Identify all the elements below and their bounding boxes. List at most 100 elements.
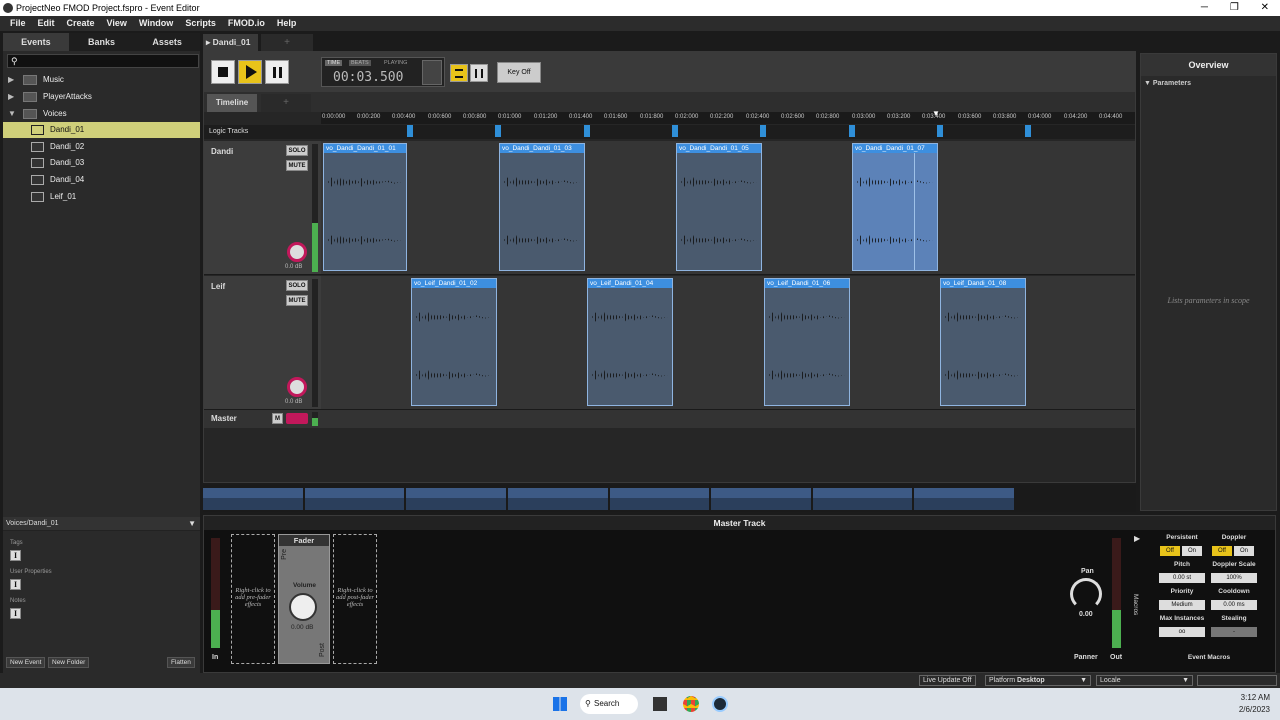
doppler-off-button[interactable]: Off [1212,546,1232,556]
locale-select[interactable]: Locale ▼ [1096,675,1193,686]
maximize-icon[interactable]: ❐ [1230,0,1239,16]
pitch-field[interactable]: 0.00 st [1159,573,1205,583]
close-icon[interactable]: ✕ [1261,0,1269,16]
expand-icon[interactable]: ▶ [8,72,14,88]
menu-file[interactable]: File [4,16,32,31]
solo-button[interactable]: SOLO [286,280,308,291]
logic-marker[interactable] [760,125,766,137]
logic-marker[interactable] [407,125,413,137]
fader-effect[interactable]: Fader Pre Volume 0.00 dB Post [278,534,330,664]
pan-knob[interactable] [1070,578,1102,610]
tab-events[interactable]: Events [3,33,69,51]
play-button[interactable] [238,60,262,84]
audio-clip[interactable]: vo_Leif_Dandi_01_04 [587,278,673,406]
minimize-icon[interactable]: ─ [1201,0,1208,16]
priority-field[interactable]: Medium [1159,600,1205,610]
add-tab-button[interactable]: + [261,34,313,51]
tags-edit-icon[interactable]: I [10,550,21,561]
windows-start-icon[interactable] [553,697,567,711]
menu-view[interactable]: View [101,16,133,31]
post-fader-effects-slot[interactable]: Right-click to add post-fader effects [333,534,377,664]
fmod-icon[interactable] [712,696,728,712]
new-event-button[interactable]: New Event [6,657,46,668]
expand-icon[interactable]: ▶ [8,89,14,105]
audio-clip[interactable]: vo_Dandi_Dandi_01_05 [676,143,762,271]
list-view-button[interactable] [450,64,468,82]
volume-knob[interactable] [287,377,307,397]
stop-button[interactable] [211,60,235,84]
task-view-icon[interactable] [653,697,667,711]
chrome-icon[interactable] [683,696,699,712]
tab-timeline[interactable]: Timeline [207,94,257,112]
audio-clip[interactable]: vo_Leif_Dandi_01_08 [940,278,1026,406]
overview-strip[interactable] [203,485,1136,512]
pre-fader-effects-slot[interactable]: Right-click to add pre-fader effects [231,534,275,664]
tab-banks[interactable]: Banks [69,33,135,51]
tab-dandi-01[interactable]: ▸ Dandi_01 [203,34,258,51]
tree-folder-voices[interactable]: ▼ Voices [3,106,200,122]
audio-clip[interactable]: vo_Leif_Dandi_01_02 [411,278,497,406]
live-update-button[interactable]: Live Update Off [919,675,976,686]
beats-mode-button[interactable]: BEATS [349,60,371,66]
solo-button[interactable]: SOLO [286,145,308,156]
doppler-scale-field[interactable]: 100% [1211,573,1257,583]
menu-create[interactable]: Create [61,16,101,31]
tree-event-dandi-01[interactable]: Dandi_01 [3,122,200,138]
grid-view-button[interactable] [470,64,488,82]
loop-toggle[interactable] [422,60,442,85]
track-lane[interactable]: vo_Leif_Dandi_01_02 vo_Leif_Dandi_01_04 … [321,276,1135,409]
search-input[interactable]: ⚲ [7,54,199,68]
time-mode-button[interactable]: TIME [325,60,343,66]
track-lane[interactable]: vo_Dandi_Dandi_01_01 vo_Dandi_Dandi_01_0… [321,141,1135,274]
mute-button[interactable]: MUTE [286,295,308,306]
add-timeline-tab-button[interactable]: + [261,94,311,112]
expand-macros-icon[interactable]: ▶ [1134,534,1140,543]
logic-marker[interactable] [937,125,943,137]
pause-button[interactable] [265,60,289,84]
new-folder-button[interactable]: New Folder [48,657,90,668]
tree-event-dandi-02[interactable]: Dandi_02 [3,139,200,155]
playhead-icon[interactable]: ▼ [932,109,940,118]
parameters-section[interactable]: ▼ Parameters [1144,80,1191,87]
max-instances-field[interactable]: oo [1159,627,1205,637]
notes-edit-icon[interactable]: I [10,608,21,619]
logic-marker[interactable] [672,125,678,137]
logic-marker[interactable] [495,125,501,137]
stealing-dropdown[interactable]: - [1211,627,1257,637]
mute-button[interactable]: MUTE [286,160,308,171]
audio-clip[interactable]: vo_Leif_Dandi_01_06 [764,278,850,406]
menu-help[interactable]: Help [271,16,303,31]
doppler-on-button[interactable]: On [1234,546,1254,556]
key-off-button[interactable]: Key Off [497,62,541,83]
tree-folder-music[interactable]: ▶ Music [3,72,200,88]
menu-edit[interactable]: Edit [32,16,61,31]
master-volume-knob[interactable] [289,593,317,621]
platform-select[interactable]: Platform Desktop ▼ [985,675,1091,686]
master-volume-knob[interactable] [286,413,308,424]
flatten-button[interactable]: Flatten [167,657,195,668]
logic-marker[interactable] [849,125,855,137]
dropdown-icon[interactable]: ▼ [188,517,196,531]
audio-clip[interactable]: vo_Dandi_Dandi_01_07 [852,143,938,271]
audio-clip[interactable]: vo_Dandi_Dandi_01_03 [499,143,585,271]
persistent-off-button[interactable]: Off [1160,546,1180,556]
timeline-ruler[interactable]: 0:00:000 0:00:200 0:00:400 0:00:600 0:00… [321,109,1135,124]
tab-assets[interactable]: Assets [134,33,200,51]
menu-fmodio[interactable]: FMOD.io [222,16,271,31]
menu-window[interactable]: Window [133,16,179,31]
master-mute-button[interactable]: M [272,413,283,424]
persistent-on-button[interactable]: On [1182,546,1202,556]
tree-event-dandi-04[interactable]: Dandi_04 [3,172,200,188]
volume-knob[interactable] [287,242,307,262]
collapse-icon[interactable]: ▼ [8,106,16,122]
tree-event-dandi-03[interactable]: Dandi_03 [3,155,200,171]
cooldown-field[interactable]: 0.00 ms [1211,600,1257,610]
logic-marker[interactable] [1025,125,1031,137]
user-properties-edit-icon[interactable]: I [10,579,21,590]
menu-scripts[interactable]: Scripts [179,16,222,31]
tree-folder-playerattacks[interactable]: ▶ PlayerAttacks [3,89,200,105]
taskbar-search[interactable]: ⚲ Search [580,694,638,714]
logic-marker[interactable] [584,125,590,137]
audio-clip[interactable]: vo_Dandi_Dandi_01_01 [323,143,407,271]
tree-event-leif-01[interactable]: Leif_01 [3,189,200,205]
